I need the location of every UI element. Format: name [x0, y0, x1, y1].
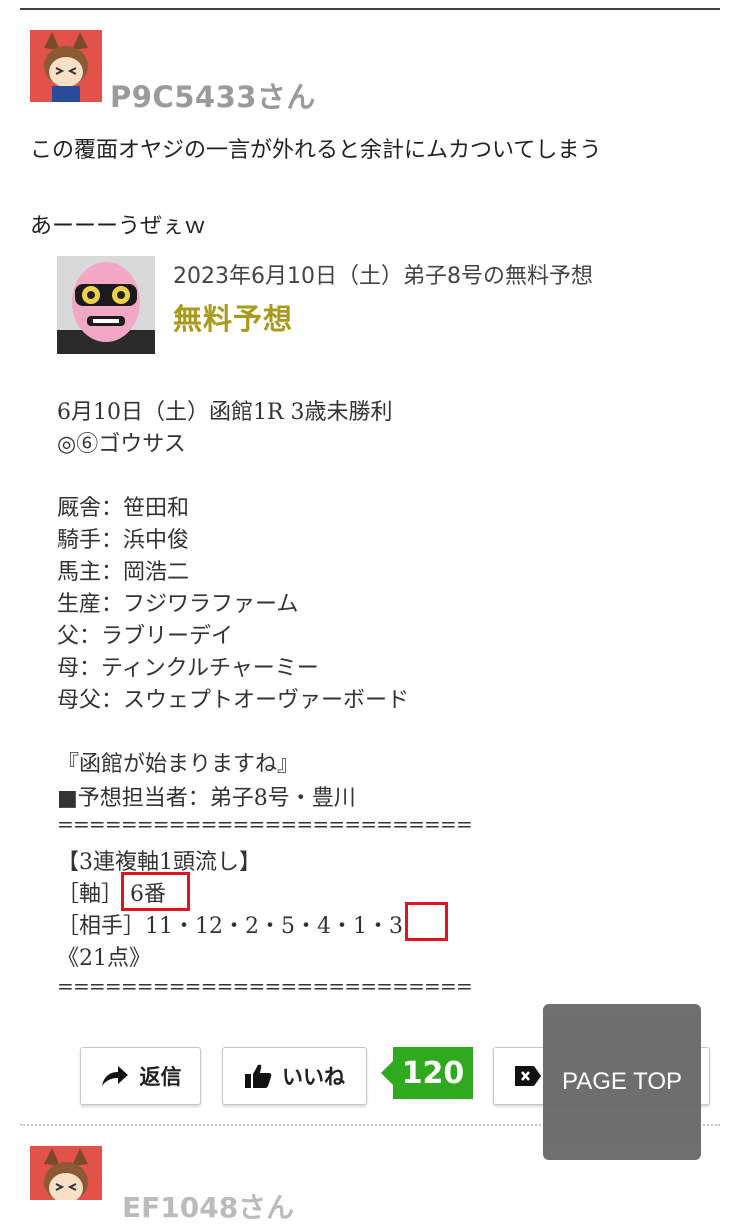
page-top-button[interactable]: PAGE TOP	[543, 1004, 701, 1160]
embed-subtitle: 無料予想	[173, 302, 294, 336]
reply-arrow-icon	[101, 1066, 128, 1086]
user-avatar-icon	[30, 1146, 102, 1200]
partners-line: ［相手］11・12・2・5・4・1・3	[57, 914, 403, 939]
masked-man-icon	[57, 256, 155, 354]
damsire-line: 母父：スウェプトオーヴァーボード	[57, 688, 410, 713]
owner-line: 馬主：岡浩二	[57, 560, 190, 585]
top-divider	[20, 8, 720, 10]
jockey-line: 騎手：浜中俊	[57, 528, 190, 553]
author-line: ■予想担当者：弟子8号・豊川	[57, 786, 356, 811]
highlight-box-axis	[121, 872, 190, 911]
user-avatar-icon	[30, 30, 102, 102]
dam-line: 母：ティンクルチャーミー	[57, 656, 319, 681]
avatar[interactable]	[30, 30, 102, 102]
like-count-badge: 120	[393, 1047, 473, 1099]
stable-line: 厩舎：笹田和	[57, 496, 190, 521]
like-button[interactable]: いいね	[222, 1047, 367, 1105]
highlight-box-partner	[405, 902, 448, 941]
username[interactable]: P9C5433さん	[110, 74, 316, 116]
separator-line: ==========================	[57, 974, 473, 998]
username[interactable]: EF1048さん	[122, 1186, 294, 1226]
delete-tag-icon	[515, 1066, 541, 1086]
quote-line: 『函館が始まりますね』	[57, 752, 300, 777]
points-line: 《21点》	[57, 946, 151, 971]
embed-title[interactable]: 2023年6月10日（土）弟子8号の無料予想	[173, 258, 593, 290]
like-label: いいね	[282, 1065, 345, 1089]
comment-text: あーーーうぜぇｗ	[30, 214, 207, 239]
race-info: 6月10日（土）函館1R 3歳未勝利	[57, 400, 393, 425]
breeder-line: 生産：フジワラファーム	[57, 592, 299, 617]
pick-horse: ◎⑥ゴウサス	[57, 432, 186, 457]
separator-line: ==========================	[57, 812, 473, 836]
comment-text: この覆面オヤジの一言が外れると余計にムカついてしまう	[30, 138, 602, 163]
reply-button[interactable]: 返信	[80, 1047, 201, 1105]
thumbs-up-icon	[245, 1064, 272, 1088]
sire-line: 父：ラブリーデイ	[57, 624, 234, 649]
masked-man-thumbnail[interactable]	[57, 256, 155, 354]
count-pointer	[381, 1061, 393, 1085]
reply-label: 返信	[139, 1065, 182, 1089]
avatar[interactable]	[30, 1146, 102, 1200]
